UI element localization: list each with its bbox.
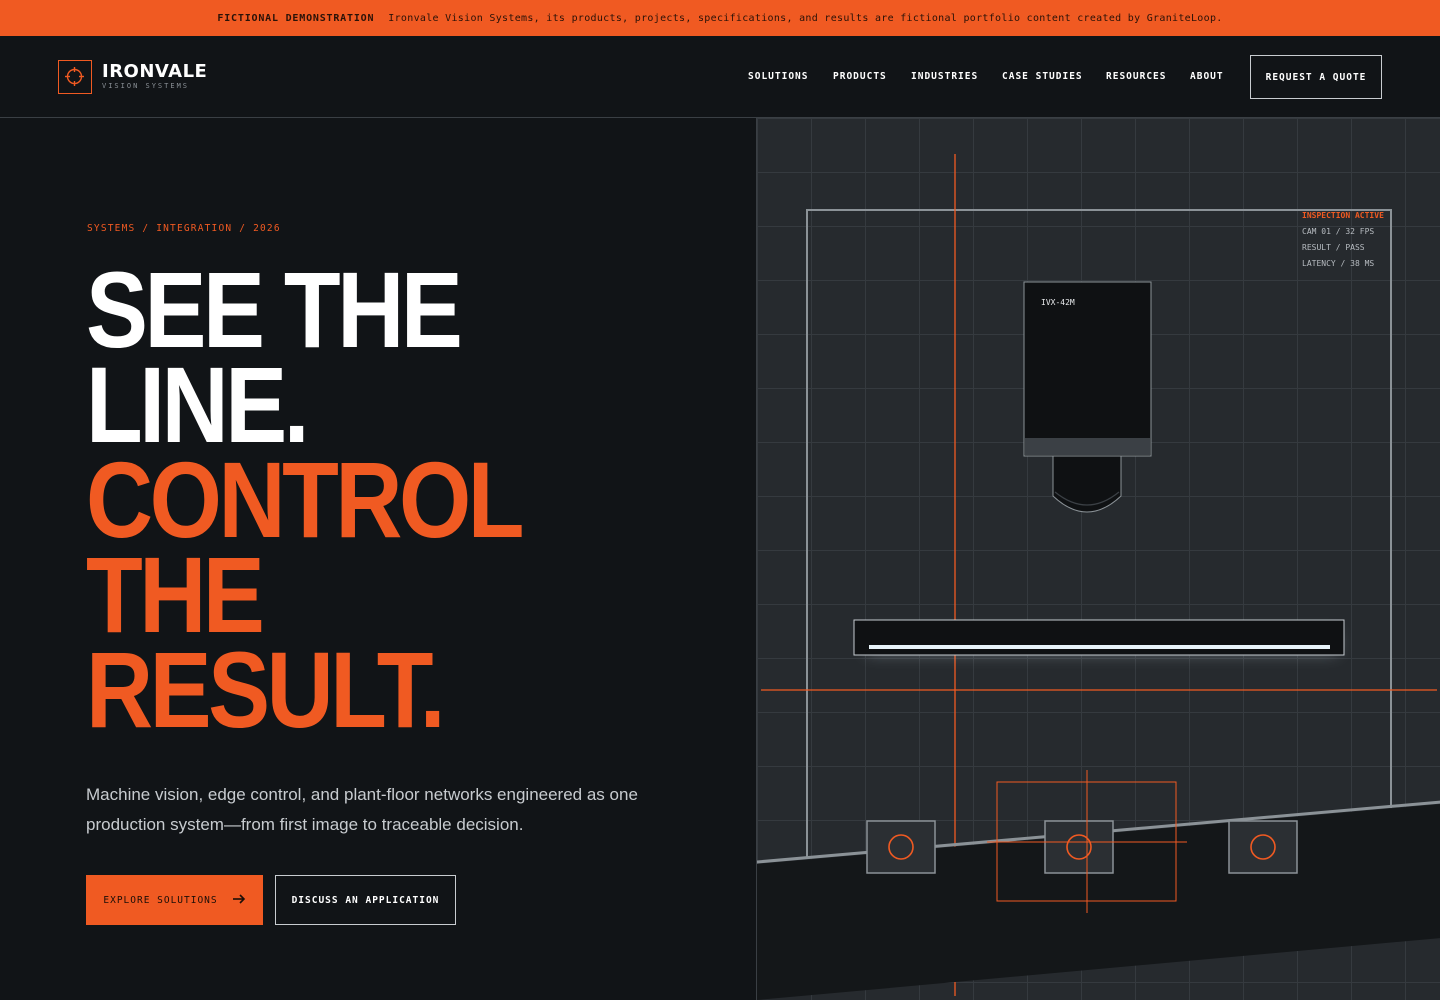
- status-active: INSPECTION ACTIVE: [1302, 211, 1384, 220]
- status-readout: INSPECTION ACTIVE CAM 01 / 32 FPS RESULT…: [1302, 208, 1384, 272]
- banner-text: Ironvale Vision Systems, its products, p…: [388, 12, 1223, 24]
- hero-eyebrow: SYSTEMS / INTEGRATION / 2026: [87, 223, 281, 234]
- headline-line: RESULT.: [86, 629, 446, 750]
- camera-lens: [1052, 455, 1122, 513]
- nav-case-studies[interactable]: CASE STUDIES: [1002, 71, 1083, 82]
- logo-name[interactable]: IRONVALE: [102, 61, 207, 82]
- arrow-right-icon: [232, 893, 246, 907]
- logo-subtitle: VISION SYSTEMS: [102, 82, 190, 90]
- request-quote-button[interactable]: REQUEST A QUOTE: [1250, 55, 1382, 99]
- hero-headline: SEE THE LINE. CONTROL THE RESULT.: [86, 249, 525, 750]
- inspection-visual: IVX-42M INSPECTION ACTIVE CAM 01 / 32 FP…: [756, 118, 1440, 1000]
- nav-products[interactable]: PRODUCTS: [833, 71, 887, 82]
- explore-solutions-label: EXPLORE SOLUTIONS: [103, 894, 218, 906]
- camera-body: [1023, 281, 1152, 457]
- nav-about[interactable]: ABOUT: [1190, 71, 1224, 82]
- headline-line: LINE.: [86, 344, 310, 465]
- light-strip: [869, 645, 1330, 649]
- headline-line: THE: [86, 534, 265, 655]
- conveyor-part: [1044, 820, 1114, 874]
- discuss-application-button[interactable]: DISCUSS AN APPLICATION: [275, 875, 456, 925]
- hero-lead: Machine vision, edge control, and plant-…: [86, 785, 638, 834]
- light-bar: [853, 619, 1345, 656]
- status-fps: CAM 01 / 32 FPS: [1302, 227, 1375, 236]
- status-latency: LATENCY / 38 MS: [1302, 259, 1375, 268]
- camera-model-label: IVX-42M: [1041, 298, 1075, 307]
- banner-title: FICTIONAL DEMONSTRATION: [217, 12, 375, 24]
- nav-industries[interactable]: INDUSTRIES: [911, 71, 978, 82]
- explore-solutions-button[interactable]: EXPLORE SOLUTIONS: [86, 875, 263, 925]
- camera-base: [1025, 438, 1150, 455]
- nav-resources[interactable]: RESOURCES: [1106, 71, 1166, 82]
- crosshair-icon[interactable]: [58, 60, 92, 94]
- headline-line: SEE THE: [86, 249, 463, 370]
- status-result: RESULT / PASS: [1302, 243, 1365, 252]
- conveyor-part: [866, 820, 936, 874]
- conveyor-part: [1228, 820, 1298, 874]
- nav-solutions[interactable]: SOLUTIONS: [748, 71, 808, 82]
- demo-banner: FICTIONAL DEMONSTRATION Ironvale Vision …: [0, 0, 1440, 36]
- site-header: IRONVALE VISION SYSTEMS SOLUTIONS PRODUC…: [0, 36, 1440, 118]
- headline-line: CONTROL: [86, 439, 525, 560]
